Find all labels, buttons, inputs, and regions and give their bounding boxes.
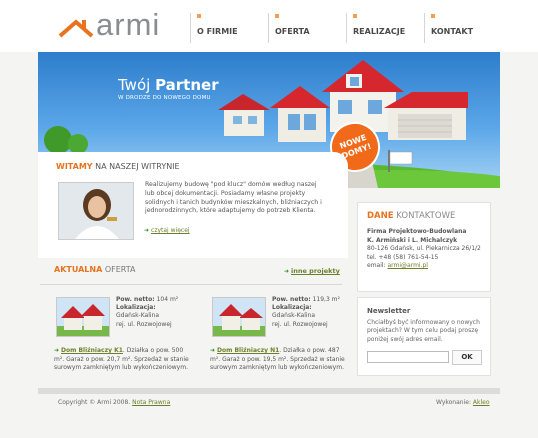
welcome-text: Realizujemy budowę "pod klucz" domów wed… [145,181,322,215]
welcome-panel: WITAMY NA NASZEJ WITRYNIE Realizujemy bu… [38,152,348,258]
nav-bullet-icon [275,14,279,18]
nav-label: O FIRMIE [197,27,238,36]
nav-label: KONTAKT [431,27,474,36]
offer-details: Pow. netto: 119,3 m² Lokalizacja: Gdańsk… [272,296,340,328]
divider [40,284,342,285]
contact-box: DANE KONTAKTOWE Firma Projektowo-Budowla… [357,202,491,292]
footer-credits: Wykonanie: Akleo [436,399,490,406]
nav-o-firmie[interactable]: O FIRMIE [190,13,265,43]
offer-card: Pow. netto: 104 m² Lokalizacja: Gdańsk-K… [38,291,190,384]
arrow-icon: ➜ [210,347,216,354]
offer-description: ➜ Dom Bliźniaczy K1. Działka o pow. 500 m… [54,347,189,371]
offer-card: Pow. netto: 119,3 m² Lokalizacja: Gdańsk… [194,291,346,384]
logo-text: armi [96,7,161,42]
house-photo-icon [57,298,109,336]
arrow-icon: ➜ [284,268,290,275]
nav-oferta[interactable]: OFERTA [268,13,343,43]
offer-description: ➜ Dom Bliźniaczy N1. Działka o pow. 487 m… [210,347,345,371]
email-link[interactable]: armi@armi.pl [387,262,427,269]
newsletter-text: Chciałbyś być informowany o nowych proje… [367,319,480,343]
legal-note-link[interactable]: Nota Prawna [132,399,170,406]
welcome-photo [58,182,134,240]
logo[interactable]: armi [58,7,161,42]
contact-heading: DANE KONTAKTOWE [367,211,456,221]
offer-details: Pow. netto: 104 m² Lokalizacja: Gdańsk-K… [116,296,179,328]
welcome-heading: WITAMY NA NASZEJ WITRYNIE [56,162,180,171]
house-photo-icon [213,298,265,336]
read-more-link[interactable]: ➜ czytaj więcej [144,227,190,234]
nav-bullet-icon [431,14,435,18]
other-projects-link[interactable]: ➜ inne projekty [284,267,340,275]
banner-subtitle: W DRODZE DO NOWEGO DOMU [118,95,211,101]
offer-link[interactable]: Dom Bliźniaczy N1 [217,347,279,354]
contact-details: Firma Projektowo-Budowlana K. Armiński i… [367,228,481,269]
offer-link[interactable]: Dom Bliźniaczy K1 [61,347,123,354]
footer-bar [38,388,500,394]
akleo-link[interactable]: Akleo [473,399,490,406]
nav-label: REALIZACJE [353,27,406,36]
nav-label: OFERTA [275,27,310,36]
house-roof-icon [58,19,94,38]
nav-bullet-icon [353,14,357,18]
offers-heading: AKTUALNA OFERTA [54,265,136,274]
nav-kontakt[interactable]: KONTAKT [424,13,499,43]
newsletter-title: Newsletter [367,307,411,315]
arrow-icon: ➜ [54,347,60,354]
footer-copyright: Copyright © Armi 2008. Nota Prawna [58,399,171,406]
newsletter-email-input[interactable] [367,351,449,363]
newsletter-box: Newsletter Chciałbyś być informowany o n… [357,297,491,376]
newsletter-ok-button[interactable]: OK [452,350,482,365]
banner-title: Twój Partner [118,76,219,94]
offer-thumbnail[interactable] [56,297,110,337]
nav-bullet-icon [197,14,201,18]
woman-photo-icon [59,183,133,239]
offer-thumbnail[interactable] [212,297,266,337]
nav-realizacje[interactable]: REALIZACJE [346,13,421,43]
header: armi O FIRMIE OFERTA REALIZACJE KONTAKT [0,0,538,52]
arrow-icon: ➜ [144,227,150,234]
page: armi O FIRMIE OFERTA REALIZACJE KONTAKT [0,0,538,438]
